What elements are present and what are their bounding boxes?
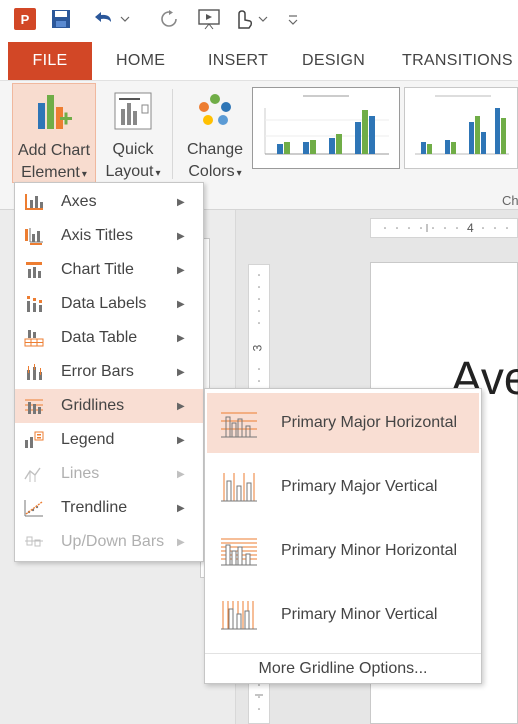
gridlines-icon — [23, 396, 45, 416]
change-colors-label-1: Change — [186, 141, 244, 158]
submenu-item-label: Primary Minor Horizontal — [281, 542, 458, 559]
add-chart-element-icon — [13, 84, 95, 140]
customize-icon[interactable] — [284, 8, 302, 30]
ruler-number: 3 — [250, 344, 265, 352]
submenu-arrow-icon: ▶ — [177, 332, 185, 344]
menu-item-axis-titles[interactable]: Axis Titles ▶ — [15, 219, 203, 253]
primary-major-vertical-icon — [219, 470, 259, 504]
legend-icon — [23, 430, 45, 450]
lines-icon — [23, 464, 45, 484]
submenu-item-label: Primary Minor Vertical — [281, 606, 438, 623]
submenu-item-primary-major-horizontal[interactable]: Primary Major Horizontal — [207, 393, 479, 453]
tab-home[interactable]: HOME — [116, 42, 165, 80]
add-chart-element-label-1: Add Chart — [17, 142, 91, 159]
submenu-arrow-icon: ▶ — [177, 264, 185, 276]
menu-item-chart-title[interactable]: Chart Title ▶ — [15, 253, 203, 287]
data-labels-icon — [23, 294, 45, 314]
menu-item-label: Axes — [61, 193, 97, 210]
menu-item-axes[interactable]: Axes ▶ — [15, 185, 203, 219]
submenu-item-label: Primary Major Vertical — [281, 478, 438, 495]
submenu-arrow-icon: ▶ — [177, 502, 185, 514]
tab-design[interactable]: DESIGN — [302, 42, 365, 80]
menu-item-label: Chart Title — [61, 261, 134, 278]
submenu-item-label: Primary Major Horizontal — [281, 414, 458, 431]
menu-item-label: Axis Titles — [61, 227, 134, 244]
menu-item-label: Error Bars — [61, 363, 134, 380]
change-colors-icon — [182, 83, 248, 139]
start-presentation-icon[interactable] — [196, 8, 224, 30]
ribbon-tabs: FILE HOME INSERT DESIGN TRANSITIONS — [0, 42, 518, 80]
quick-access-toolbar: P — [0, 0, 518, 40]
menu-item-label: Data Table — [61, 329, 138, 346]
axes-icon — [23, 192, 45, 212]
add-chart-element-menu: Axes ▶ Axis Titles ▶ Chart Title ▶ Data … — [14, 182, 204, 562]
submenu-arrow-icon: ▶ — [177, 434, 185, 446]
submenu-arrow-icon: ▶ — [177, 196, 185, 208]
submenu-arrow-icon: ▶ — [177, 366, 185, 378]
menu-item-lines: Lines ▶ — [15, 457, 203, 491]
ribbon-separator — [172, 89, 173, 179]
submenu-item-primary-minor-horizontal[interactable]: Primary Minor Horizontal — [207, 521, 479, 581]
redo-icon[interactable] — [158, 8, 180, 30]
axis-titles-icon — [23, 226, 45, 246]
menu-item-label: Trendline — [61, 499, 128, 516]
chart-style-thumbnail[interactable] — [404, 87, 518, 169]
menu-item-label: Legend — [61, 431, 115, 448]
primary-minor-vertical-icon — [219, 598, 259, 632]
menu-item-up-down-bars: Up/Down Bars ▶ — [15, 525, 203, 559]
menu-item-trendline[interactable]: Trendline ▶ — [15, 491, 203, 525]
add-chart-element-button[interactable]: Add Chart Element ▾ — [12, 83, 96, 183]
up-down-bars-icon — [23, 532, 45, 552]
quick-layout-label-1: Quick — [112, 141, 154, 158]
menu-item-label: Data Labels — [61, 295, 147, 312]
submenu-arrow-icon: ▶ — [177, 400, 185, 412]
tab-transitions[interactable]: TRANSITIONS — [402, 42, 513, 80]
save-icon[interactable] — [50, 8, 72, 30]
primary-minor-horizontal-icon — [219, 534, 259, 568]
trendline-icon — [23, 498, 45, 518]
submenu-item-primary-minor-vertical[interactable]: Primary Minor Vertical — [207, 585, 479, 645]
ruler-number: 4 — [467, 221, 474, 235]
chart-styles-gallery — [250, 87, 518, 183]
menu-item-label: Up/Down Bars — [61, 533, 165, 550]
submenu-arrow-icon: ▶ — [177, 230, 185, 242]
data-table-icon — [23, 328, 45, 348]
quick-layout-icon — [100, 83, 166, 139]
submenu-arrow-icon: ▶ — [177, 468, 185, 480]
primary-major-horizontal-icon — [219, 406, 259, 440]
submenu-item-primary-major-vertical[interactable]: Primary Major Vertical — [207, 457, 479, 517]
menu-item-legend[interactable]: Legend ▶ — [15, 423, 203, 457]
menu-item-label: Lines — [61, 465, 100, 482]
quick-layout-button[interactable]: Quick Layout ▾ — [100, 83, 166, 183]
tab-insert[interactable]: INSERT — [208, 42, 268, 80]
submenu-arrow-icon: ▶ — [177, 536, 185, 548]
touch-mode-icon[interactable] — [232, 8, 272, 30]
menu-item-data-table[interactable]: Data Table ▶ — [15, 321, 203, 355]
submenu-arrow-icon: ▶ — [177, 298, 185, 310]
more-gridline-options-link[interactable]: More Gridline Options... — [205, 653, 481, 683]
chart-style-thumbnail[interactable] — [252, 87, 400, 169]
gridlines-submenu: Primary Major Horizontal Primary Major V… — [204, 388, 482, 684]
powerpoint-logo: P — [14, 8, 36, 30]
menu-item-gridlines[interactable]: Gridlines ▶ — [15, 389, 203, 423]
menu-item-error-bars[interactable]: Error Bars ▶ — [15, 355, 203, 389]
ribbon-group-label: Ch — [502, 193, 518, 208]
error-bars-icon — [23, 362, 45, 382]
menu-item-label: Gridlines — [61, 397, 125, 414]
menu-item-data-labels[interactable]: Data Labels ▶ — [15, 287, 203, 321]
change-colors-button[interactable]: Change Colors ▾ — [182, 83, 248, 183]
chart-title-icon — [23, 260, 45, 280]
undo-icon[interactable] — [90, 8, 132, 30]
horizontal-ruler: 4 — [370, 218, 518, 238]
tab-file[interactable]: FILE — [8, 42, 92, 80]
